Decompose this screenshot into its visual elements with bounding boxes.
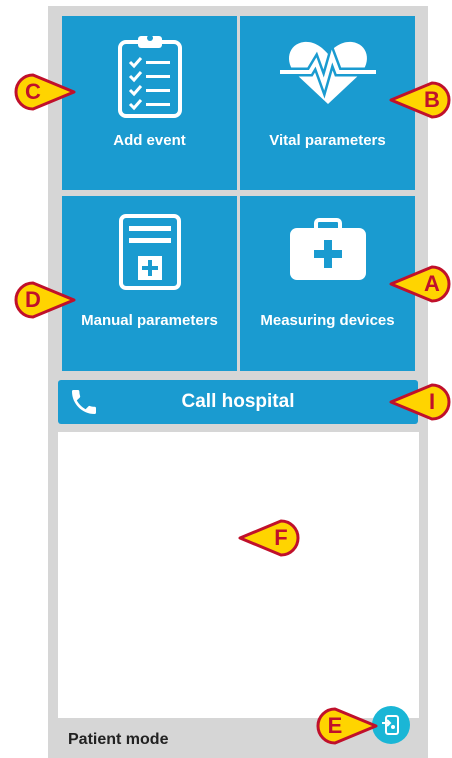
callout-d: D — [14, 280, 76, 320]
callout-i: I — [389, 382, 451, 422]
callout-c: C — [14, 72, 76, 112]
manual-parameters-label: Manual parameters — [81, 312, 218, 329]
callout-e: E — [316, 706, 378, 746]
callout-a: A — [389, 264, 451, 304]
call-hospital-label: Call hospital — [181, 391, 295, 412]
callout-b: B — [389, 80, 451, 120]
content-area — [58, 432, 419, 718]
settings-login-icon — [382, 715, 399, 735]
callout-f: F — [238, 518, 300, 558]
vital-parameters-label: Vital parameters — [269, 132, 386, 149]
add-event-label: Add event — [113, 132, 186, 149]
add-event-tile[interactable]: Add event — [62, 16, 237, 190]
clipboard-checklist-icon — [62, 32, 237, 120]
manual-parameters-tile[interactable]: Manual parameters — [62, 196, 237, 371]
patient-mode-label: Patient mode — [68, 731, 169, 748]
form-plus-icon — [62, 212, 237, 292]
call-hospital-button[interactable]: Call hospital — [58, 380, 418, 424]
measuring-devices-label: Measuring devices — [260, 312, 395, 329]
